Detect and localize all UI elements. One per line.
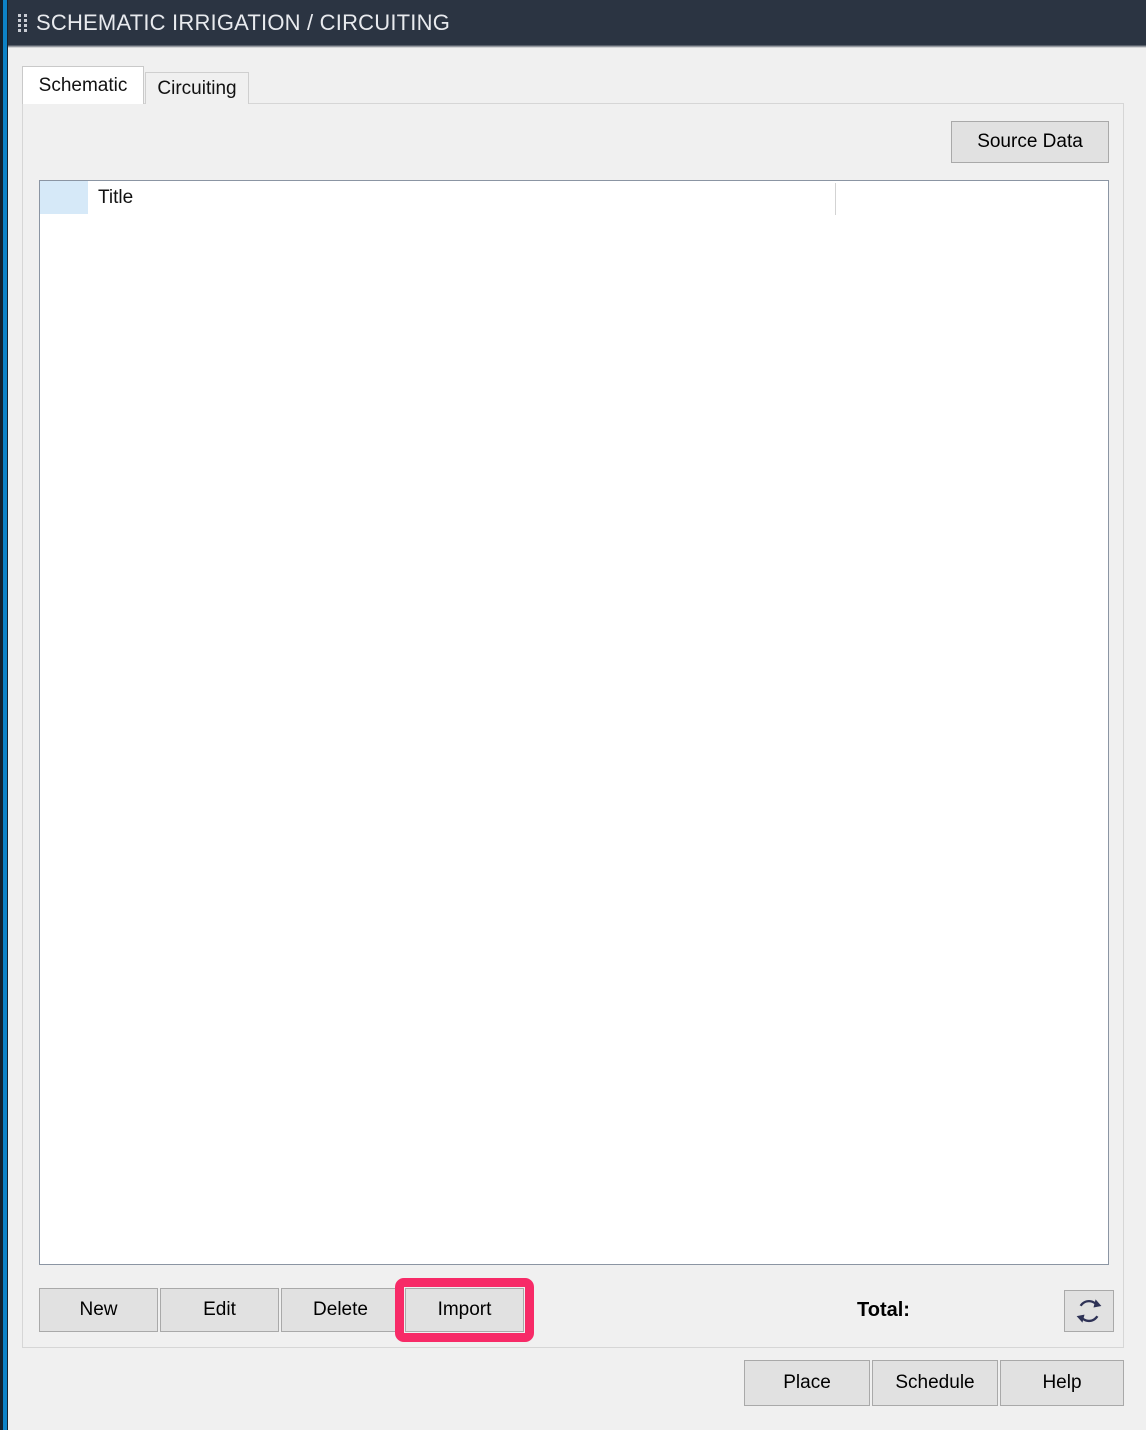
grid-column-header-title[interactable]: Title <box>88 181 836 214</box>
total-label: Total: <box>857 1299 910 1321</box>
edit-button[interactable]: Edit <box>160 1288 279 1332</box>
refresh-icon <box>1074 1296 1104 1326</box>
schematic-data-grid[interactable]: Title <box>39 180 1109 1265</box>
grid-select-all-cell[interactable] <box>40 181 88 214</box>
grid-body[interactable] <box>40 215 1108 1264</box>
drag-dots-icon[interactable] <box>18 13 28 32</box>
delete-button[interactable]: Delete <box>281 1288 400 1332</box>
grid-action-row: New Edit Delete Import Total: <box>39 1278 1114 1342</box>
place-button[interactable]: Place <box>744 1360 870 1406</box>
tab-circuiting-label: Circuiting <box>157 77 237 99</box>
window-accent-line <box>3 0 7 1430</box>
schedule-button[interactable]: Schedule <box>872 1360 998 1406</box>
dialog-footer: Place Schedule Help <box>22 1360 1124 1410</box>
tab-schematic-label: Schematic <box>38 74 128 96</box>
help-button[interactable]: Help <box>1000 1360 1124 1406</box>
refresh-button[interactable] <box>1064 1290 1114 1332</box>
window-titlebar[interactable]: SCHEMATIC IRRIGATION / CIRCUITING <box>8 0 1146 45</box>
page-title: SCHEMATIC IRRIGATION / CIRCUITING <box>36 9 451 35</box>
schematic-irrigation-window: SCHEMATIC IRRIGATION / CIRCUITING Schema… <box>0 0 1146 1430</box>
tab-circuiting[interactable]: Circuiting <box>145 72 249 104</box>
tabstrip: Schematic Circuiting <box>22 66 1124 104</box>
tab-schematic[interactable]: Schematic <box>22 66 144 104</box>
import-button[interactable]: Import <box>405 1288 524 1332</box>
source-data-button[interactable]: Source Data <box>951 121 1109 163</box>
grid-header-row: Title <box>40 181 1108 215</box>
new-button[interactable]: New <box>39 1288 158 1332</box>
schematic-tab-panel: Source Data Title New Edit Delete Import… <box>22 103 1124 1348</box>
grid-column-divider[interactable] <box>835 183 836 215</box>
titlebar-shadow <box>8 45 1146 48</box>
window-left-rail <box>0 0 8 1430</box>
